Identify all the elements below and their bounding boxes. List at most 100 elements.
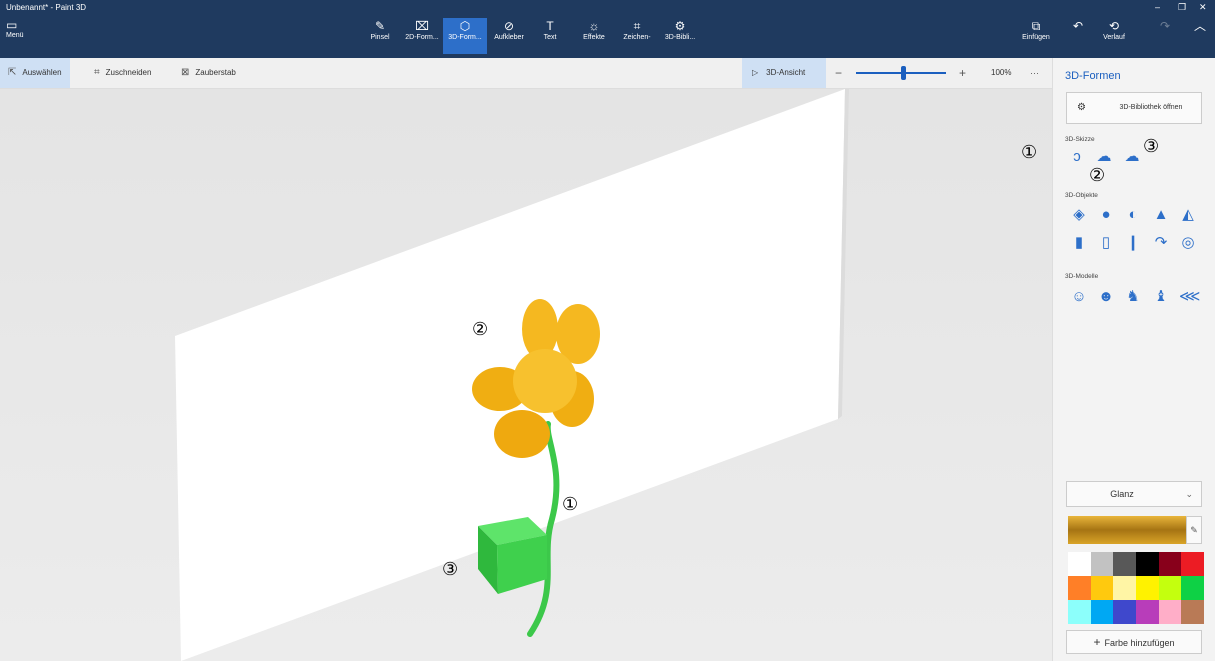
tab-effects[interactable]: ☼ Effekte <box>572 18 616 54</box>
palette-swatch-11[interactable] <box>1158 576 1182 600</box>
zoom-out-button[interactable]: − <box>835 58 842 88</box>
woman-model-icon[interactable]: ☻ <box>1097 288 1115 306</box>
soft-edge-doodle-icon[interactable]: ☁ <box>1123 148 1141 166</box>
plus-icon: + <box>1093 635 1101 649</box>
cube-callout: ③ <box>442 559 459 580</box>
tab-stickers[interactable]: ⊘ Aufkleber <box>487 18 531 54</box>
open-3d-library-button[interactable]: ⚙ 3D-Bibliothek öffnen <box>1066 92 1202 124</box>
window-title: Unbenannt* - Paint 3D <box>6 3 87 12</box>
magic-select-tool[interactable]: ⊠ Zauberstab <box>181 58 236 88</box>
paste-button[interactable]: ⧉ Einfügen <box>1016 18 1056 41</box>
scene-svg <box>175 89 849 661</box>
tab-2d-shapes[interactable]: ⌧ 2D-Form... <box>400 18 444 54</box>
collapse-ribbon-button[interactable]: ︿ <box>1180 18 1215 34</box>
color-palette <box>1068 552 1204 624</box>
selected-color-swatch[interactable] <box>1068 516 1186 544</box>
man-model-icon[interactable]: ☺ <box>1070 288 1088 306</box>
cone-icon[interactable]: ▲ <box>1152 206 1170 224</box>
library-button-label: 3D-Bibliothek öffnen <box>1119 104 1183 111</box>
tab-label: Zeichen- <box>623 34 651 41</box>
eyedropper-button[interactable]: ✎ <box>1186 516 1202 544</box>
undo-button[interactable]: ↶ <box>1058 18 1098 34</box>
palette-swatch-12[interactable] <box>1181 576 1204 600</box>
3d-shapes-panel: 3D-Formen ⚙ 3D-Bibliothek öffnen 3D-Skiz… <box>1021 58 1215 661</box>
undo-icon: ↶ <box>1072 19 1084 33</box>
chevron-down-icon: ⌄ <box>1185 489 1193 499</box>
tab-label: Text <box>543 34 557 41</box>
curved-cylinder-icon[interactable]: ↷ <box>1152 234 1170 252</box>
palette-swatch-18[interactable] <box>1181 600 1204 624</box>
tab-text[interactable]: T Text <box>528 18 572 54</box>
palette-swatch-8[interactable] <box>1090 576 1114 600</box>
zoom-slider-thumb[interactable] <box>901 66 906 80</box>
select-tool[interactable]: ⇱ Auswählen <box>0 58 70 88</box>
cylinder-icon[interactable]: ▮ <box>1070 234 1088 252</box>
tab-canvas[interactable]: ⌗ Zeichen- <box>615 18 659 54</box>
paste-label: Einfügen <box>1022 34 1050 41</box>
minimize-button[interactable]: – <box>1155 2 1160 12</box>
history-button[interactable]: ⟲ Verlauf <box>1094 18 1134 41</box>
palette-swatch-17[interactable] <box>1158 600 1182 624</box>
hemisphere-icon[interactable]: ◐ <box>1124 206 1142 224</box>
palette-swatch-1[interactable] <box>1068 552 1091 576</box>
more-options-button[interactable]: ··· <box>1030 58 1039 88</box>
cube-icon[interactable]: ◈ <box>1070 206 1088 224</box>
eyedropper-icon: ✎ <box>1190 525 1198 535</box>
material-dropdown[interactable]: Glanz ⌄ <box>1066 481 1202 507</box>
palette-swatch-2[interactable] <box>1090 552 1114 576</box>
palette-swatch-3[interactable] <box>1113 552 1136 576</box>
history-icon: ⟲ <box>1108 19 1120 33</box>
tube-doodle-callout: ① <box>1021 142 1038 163</box>
soft-doodle-callout: ③ <box>1143 136 1160 157</box>
capsule-icon[interactable]: ❙ <box>1124 234 1142 252</box>
palette-swatch-6[interactable] <box>1181 552 1204 576</box>
material-value: Glanz <box>1110 489 1134 499</box>
brush-icon: ✎ <box>374 19 386 33</box>
tube-icon[interactable]: ▯ <box>1097 234 1115 252</box>
view3d-label: 3D-Ansicht <box>766 68 806 77</box>
tab-brushes[interactable]: ✎ Pinsel <box>358 18 402 54</box>
models-section-label: 3D-Modelle <box>1065 273 1099 280</box>
dog-model-icon[interactable]: ♞ <box>1124 288 1142 306</box>
palette-swatch-13[interactable] <box>1068 600 1091 624</box>
canvas-toolbar: ⇱ Auswählen ⌗ Zuschneiden ⊠ Zauberstab ▷ 3D-… <box>0 58 1052 89</box>
palette-swatch-4[interactable] <box>1135 552 1159 576</box>
palette-swatch-10[interactable] <box>1135 576 1159 600</box>
close-button[interactable]: ✕ <box>1199 2 1207 13</box>
sharp-edge-doodle-icon[interactable]: ☁ <box>1095 148 1113 166</box>
fish-model-icon[interactable]: ⋘ <box>1179 288 1200 306</box>
palette-swatch-5[interactable] <box>1158 552 1182 576</box>
2d-shapes-icon: ⌧ <box>415 19 429 33</box>
cat-model-icon[interactable]: ♝ <box>1152 288 1170 306</box>
maximize-button[interactable]: ❐ <box>1178 2 1186 13</box>
palette-swatch-9[interactable] <box>1113 576 1136 600</box>
pyramid-icon[interactable]: ◭ <box>1179 206 1197 224</box>
crop-icon: ⌗ <box>94 67 100 78</box>
tab-label: Pinsel <box>370 34 390 41</box>
flower-head-callout: ② <box>472 319 489 340</box>
panel-title: 3D-Formen <box>1065 70 1121 82</box>
zoom-in-button[interactable]: + <box>959 58 966 88</box>
crop-tool[interactable]: ⌗ Zuschneiden <box>94 58 151 88</box>
donut-icon[interactable]: ◎ <box>1179 234 1197 252</box>
add-color-button[interactable]: + Farbe hinzufügen <box>1066 630 1202 654</box>
magic-select-label: Zauberstab <box>195 68 236 77</box>
tab-label: Aufkleber <box>494 34 524 41</box>
zoom-value: 100% <box>991 68 1012 77</box>
tab-label: 3D-Form... <box>448 34 482 41</box>
3d-canvas[interactable]: ② ① ③ <box>0 89 1052 661</box>
sphere-icon[interactable]: ● <box>1097 206 1115 224</box>
palette-swatch-7[interactable] <box>1068 576 1091 600</box>
tab-3d-library[interactable]: ⚙ 3D-Bibli... <box>658 18 702 54</box>
menu-button[interactable]: ▭ Menü <box>6 18 46 39</box>
tab-3d-shapes[interactable]: ⬡ 3D-Form... <box>443 18 487 54</box>
3d-shapes-icon: ⬡ <box>459 19 471 33</box>
palette-swatch-16[interactable] <box>1135 600 1159 624</box>
palette-swatch-15[interactable] <box>1113 600 1136 624</box>
palette-swatch-14[interactable] <box>1090 600 1114 624</box>
3d-view-button[interactable]: ▷ 3D-Ansicht <box>742 58 826 88</box>
folder-icon: ▭ <box>6 18 18 32</box>
tube-doodle-icon[interactable]: ↄ <box>1068 148 1086 166</box>
redo-button[interactable]: ↷ <box>1145 18 1185 34</box>
select-label: Auswählen <box>22 68 62 77</box>
